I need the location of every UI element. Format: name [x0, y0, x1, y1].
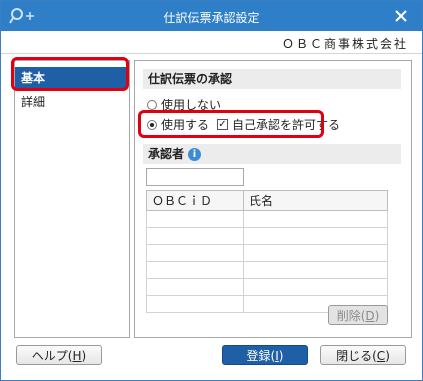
info-icon[interactable]: i — [188, 148, 202, 161]
help-label: ヘルプ( — [31, 349, 73, 363]
title-bar: 仕訳伝票承認設定 — [1, 1, 422, 31]
table-row[interactable] — [146, 261, 388, 279]
approver-title-text: 承認者 — [148, 147, 185, 161]
delete-label-end: ) — [374, 309, 380, 323]
section-approval-title: 仕訳伝票の承認 — [143, 69, 401, 89]
nav-item-detail[interactable]: 詳細 — [15, 91, 127, 113]
table-cell[interactable] — [243, 244, 388, 262]
register-label-end: ) — [278, 349, 284, 363]
highlight-basic — [11, 57, 129, 91]
table-row[interactable] — [146, 244, 388, 262]
section-approver-title: 承認者 i — [143, 144, 401, 164]
delete-label: 削除( — [336, 309, 366, 323]
table-cell[interactable] — [243, 227, 388, 245]
radio-not-use-indicator[interactable] — [147, 99, 157, 110]
highlight-use-options — [138, 110, 324, 138]
close-accel-key: C — [376, 349, 386, 363]
table-row[interactable] — [146, 227, 388, 245]
window-title: 仕訳伝票承認設定 — [163, 11, 260, 25]
register-button[interactable]: 登録(I) — [222, 345, 308, 365]
table-row[interactable] — [146, 210, 388, 228]
table-cell[interactable] — [146, 261, 244, 279]
help-button[interactable]: ヘルプ(H) — [16, 345, 102, 365]
table-row[interactable] — [146, 278, 388, 296]
close-label-end: ) — [385, 349, 390, 363]
table-cell[interactable] — [146, 227, 244, 245]
divider — [1, 53, 422, 54]
close-button[interactable]: 閉じる(C) — [320, 345, 406, 365]
close-icon[interactable] — [392, 7, 410, 25]
approver-table: ＯＢＣｉＤ 氏名 — [146, 190, 388, 313]
table-cell[interactable] — [146, 210, 244, 228]
table-cell[interactable] — [243, 261, 388, 279]
approver-search-input[interactable] — [146, 168, 244, 186]
column-header-name: 氏名 — [243, 190, 388, 211]
table-header-row: ＯＢＣｉＤ 氏名 — [146, 190, 388, 211]
company-name: ＯＢＣ商事株式会社 — [281, 37, 408, 51]
table-cell[interactable] — [146, 244, 244, 262]
category-list: 基本 詳細 — [14, 60, 130, 338]
close-label: 閉じる( — [336, 349, 377, 363]
delete-button[interactable]: 削除(D) — [328, 305, 388, 325]
help-accel-key: H — [72, 349, 82, 363]
table-cell[interactable] — [243, 278, 388, 296]
table-cell[interactable] — [146, 278, 244, 296]
register-label: 登録( — [246, 349, 276, 363]
table-cell[interactable] — [146, 295, 244, 313]
delete-accel-key: D — [365, 309, 375, 323]
table-cell[interactable] — [243, 210, 388, 228]
help-label-end: ) — [81, 349, 87, 363]
column-header-obcid: ＯＢＣｉＤ — [146, 190, 244, 211]
